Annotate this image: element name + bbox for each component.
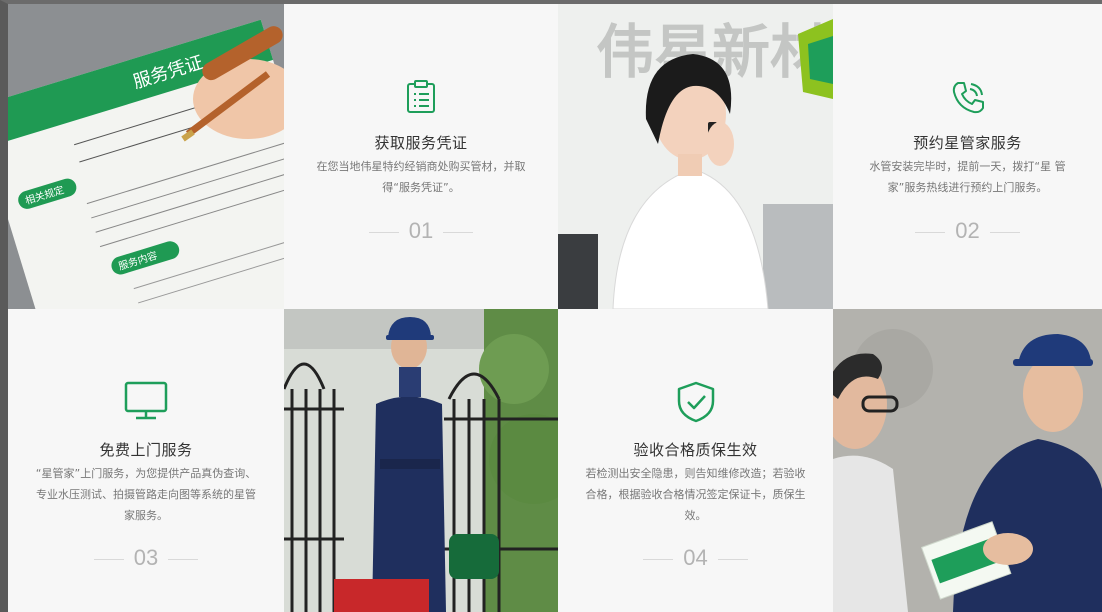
phone-icon [950, 80, 986, 120]
step-card-4: 验收合格质保生效 若检测出安全隐患，则告知维修改造；若验收合格，根据验收合格情况… [558, 309, 833, 612]
step-number: 01 [284, 218, 558, 244]
service-steps-grid: 服务凭证 相关规定 服务内容 获取服务凭证 在您当地伟星特约经销商处购买管材，并… [8, 4, 1102, 612]
step-card-1: 获取服务凭证 在您当地伟星特约经销商处购买管材，并取得“服务凭证”。 01 [284, 4, 558, 309]
service-handover-photo [833, 309, 1102, 612]
step-card-2: 预约星管家服务 水管安装完毕时，提前一天，拨打“星 管 家”服务热线进行预约上门… [833, 4, 1102, 309]
step-title: 预约星管家服务 [913, 134, 1022, 152]
technician-photo [284, 309, 558, 612]
shield-check-icon [676, 381, 716, 427]
step-title: 免费上门服务 [99, 441, 193, 459]
clipboard-icon [405, 80, 437, 118]
step-description: 若检测出安全隐患，则告知维修改造；若验收合格，根据验收合格情况签定保证卡，质保生… [585, 467, 806, 522]
step-number: 03 [8, 545, 284, 571]
customer-service-photo: 伟星新材 [558, 4, 833, 309]
certificate-photo: 服务凭证 相关规定 服务内容 [8, 4, 284, 309]
step-number: 02 [833, 218, 1102, 244]
step-title: 获取服务凭证 [374, 134, 468, 152]
step-title: 验收合格质保生效 [633, 441, 758, 459]
step-description: “星管家”上门服务，为您提供产品真伪查询、专业水压测试、拍摄管路走向图等系统的星… [35, 467, 257, 522]
step-description: 在您当地伟星特约经销商处购买管材，并取得“服务凭证”。 [316, 160, 526, 194]
step-number: 04 [558, 545, 833, 571]
step-description: 水管安装完毕时，提前一天，拨打“星 管 家”服务热线进行预约上门服务。 [869, 160, 1066, 194]
step-card-3: 免费上门服务 “星管家”上门服务，为您提供产品真伪查询、专业水压测试、拍摄管路走… [8, 309, 284, 612]
monitor-icon [124, 381, 168, 425]
